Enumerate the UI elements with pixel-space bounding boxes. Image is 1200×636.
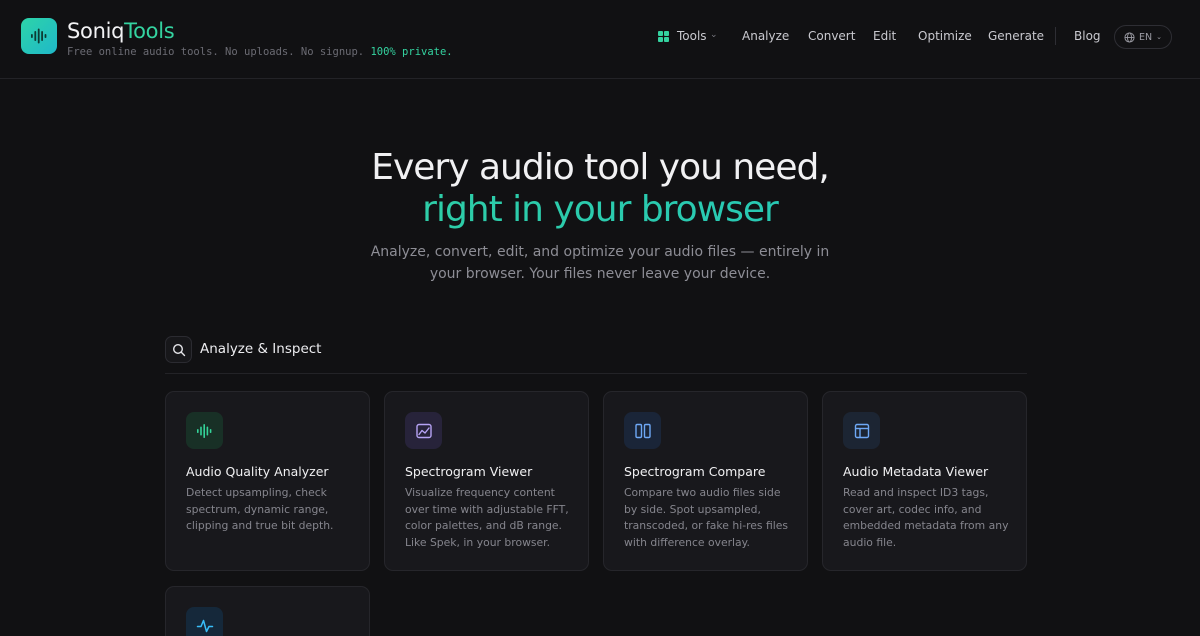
tagline-text: Free online audio tools. No uploads. No … [67, 46, 371, 58]
nav-edit[interactable]: Edit [873, 28, 896, 44]
nav-convert[interactable]: Convert [808, 28, 855, 44]
globe-icon [1124, 31, 1135, 43]
chevron-down-icon: ⌄ [1156, 33, 1162, 41]
card-description: Detect upsampling, check spectrum, dynam… [186, 485, 366, 535]
columns-icon [624, 412, 661, 449]
nav-divider [1055, 27, 1056, 45]
card-title: Spectrogram Viewer [405, 464, 533, 479]
card-title: Spectrogram Compare [624, 464, 766, 479]
nav-blog[interactable]: Blog [1074, 28, 1101, 44]
tool-card-spectrogram-viewer[interactable]: Spectrogram Viewer Visualize frequency c… [384, 391, 589, 571]
search-icon [165, 336, 192, 363]
tagline: Free online audio tools. No uploads. No … [67, 46, 453, 58]
card-desc-line: color palettes, and dB range. [405, 519, 562, 532]
card-desc-line: Compare two audio files side [624, 486, 781, 499]
nav-tools[interactable]: Tools [677, 28, 707, 44]
hero-subtitle-line2: your browser. Your files never leave you… [429, 266, 771, 282]
tagline-highlight: 100% private. [370, 46, 453, 58]
grid-icon [658, 31, 669, 42]
card-description: Visualize frequency content over time wi… [405, 485, 585, 551]
brand-primary: Soniq [67, 19, 125, 43]
card-description: Compare two audio files side by side. Sp… [624, 485, 804, 551]
brand-name[interactable]: SoniqTools [67, 18, 175, 44]
waveform-icon [186, 412, 223, 449]
site-header: SoniqTools Free online audio tools. No u… [0, 0, 1200, 79]
card-desc-line: embedded metadata from any [843, 519, 1009, 532]
card-title: Audio Quality Analyzer [186, 464, 329, 479]
card-desc-line: spectrum, dynamic range, [186, 502, 329, 516]
layout-icon [843, 412, 880, 449]
logo-icon[interactable] [21, 18, 57, 54]
nav-generate[interactable]: Generate [988, 28, 1044, 44]
card-desc-line: cover art, codec info, and [843, 502, 982, 516]
image-chart-icon [405, 412, 442, 449]
card-desc-line: Visualize frequency content [405, 486, 555, 499]
nav-analyze[interactable]: Analyze [742, 28, 789, 44]
chevron-down-icon: ⌄ [710, 30, 718, 40]
section-title: Analyze & Inspect [200, 341, 322, 357]
card-desc-line: Like Spek, in your browser. [405, 535, 551, 549]
section-divider [165, 373, 1027, 374]
card-desc-line: transcoded, or fake hi-res files [624, 519, 789, 532]
activity-icon [186, 607, 223, 636]
card-desc-line: Read and inspect ID3 tags, [843, 486, 989, 499]
card-description: Read and inspect ID3 tags, cover art, co… [843, 485, 1023, 551]
hero-title-line1: Every audio tool you need, [371, 147, 830, 188]
tool-card-audio-metadata-viewer[interactable]: Audio Metadata Viewer Read and inspect I… [822, 391, 1027, 571]
card-desc-line: with difference overlay. [624, 535, 750, 549]
tool-card-audio-quality-analyzer[interactable]: Audio Quality Analyzer Detect upsampling… [165, 391, 370, 571]
tool-card-spectrogram-compare[interactable]: Spectrogram Compare Compare two audio fi… [603, 391, 808, 571]
hero-subtitle-line1: Analyze, convert, edit, and optimize you… [370, 244, 830, 260]
language-selector[interactable]: EN ⌄ [1114, 25, 1172, 49]
card-desc-line: audio file. [843, 535, 897, 549]
card-desc-line: over time with adjustable FFT, [405, 502, 569, 516]
brand-accent: Tools [124, 19, 175, 43]
nav-optimize[interactable]: Optimize [918, 28, 972, 44]
card-desc-line: clipping and true bit depth. [186, 519, 334, 532]
tool-card-partial[interactable] [165, 586, 370, 636]
language-label: EN [1139, 31, 1153, 43]
card-desc-line: by side. Spot upsampled, [624, 502, 761, 516]
hero-title-line2: right in your browser [0, 189, 1200, 231]
card-title: Audio Metadata Viewer [843, 464, 989, 479]
card-desc-line: Detect upsampling, check [186, 486, 327, 499]
